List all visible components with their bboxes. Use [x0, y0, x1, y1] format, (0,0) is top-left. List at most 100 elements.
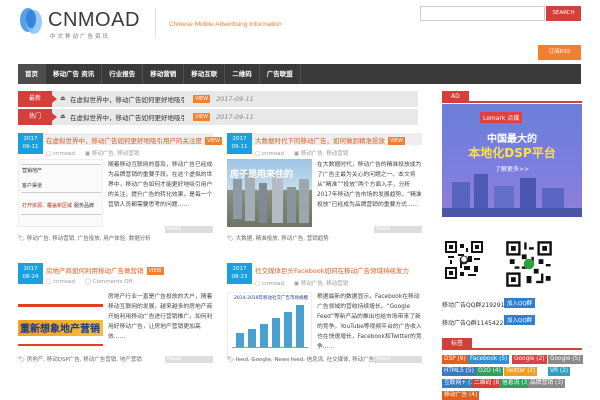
- qrcode-qq-icon: [444, 240, 484, 280]
- nav-item-reports[interactable]: 行业报告: [102, 64, 144, 84]
- nav-item-marketing[interactable]: 移动营销: [143, 64, 185, 84]
- folder-icon: ▣: [84, 151, 91, 157]
- view-tag: VIEW: [388, 137, 405, 145]
- join-qq-button[interactable]: 加入QQ群: [504, 298, 536, 308]
- tag-cloud-item[interactable]: 移动广告 (4): [442, 391, 480, 400]
- article-tag-list[interactable]: feed, Google, News feed, 信息流, 社交媒体, 移动广告: [236, 357, 374, 363]
- read-more-button[interactable]: Read: [165, 356, 213, 363]
- ticker-link[interactable]: 在虚拟世界中，移动广告如何更好地吸引用户的关注度: [70, 112, 185, 122]
- date-badge: 2017 09-11: [18, 133, 43, 154]
- eject-icon: ⏏: [60, 95, 66, 102]
- article-tag-list[interactable]: 房地产, 移动DSP广告, 移动广告营销, 地产营销: [27, 357, 142, 363]
- nav-item-home[interactable]: 首页: [18, 64, 46, 84]
- article-category[interactable]: 移动广告, 移动营销: [301, 281, 349, 287]
- article-author[interactable]: cnmoad: [53, 151, 75, 157]
- tag-cloud-item[interactable]: 信息流 (3): [500, 379, 532, 388]
- tag-cloud-item[interactable]: DSP (9): [442, 355, 468, 364]
- folder-icon: ▣: [293, 281, 300, 287]
- article-author[interactable]: cnmoad: [262, 281, 284, 287]
- tag-cloud-item[interactable]: O2O (4): [476, 367, 503, 376]
- thumb-label: 打开资源、覆盖新区域: [22, 203, 73, 209]
- article-thumbnail[interactable]: 2014-2019年移动社交广告市场规模: [227, 292, 312, 360]
- view-tag: VIEW: [193, 113, 210, 121]
- article-excerpt: 随着移动互联网的普及，移动广告已经成为品牌营销的重要手段。在这个虚拟的世界中，移…: [108, 162, 213, 208]
- article-author[interactable]: cnmoad: [262, 151, 284, 157]
- article-thumbnail[interactable]: 房子是用来住的: [227, 159, 312, 227]
- date-year: 2017: [23, 266, 38, 272]
- join-qq-label[interactable]: 加入QQ群: [504, 315, 536, 325]
- thumb-label: 客户渠道: [22, 183, 43, 189]
- tag-cloud-item[interactable]: 二维码 (8): [472, 379, 504, 388]
- article-title[interactable]: 社交媒体巨头Facebook如何在移动广告领域持续发力: [255, 265, 409, 275]
- article-tags: 🏷 移动广告, 移动营销, 广告投放, 用户体验, 数据分析: [18, 234, 151, 242]
- qq-group-row: 移动广告Q群114542205: [442, 318, 511, 327]
- article-card: 2017 08-24 房地产商如何利用移动广告做营销 VIEW ▢ cnmoad …: [18, 263, 213, 373]
- article-title-text[interactable]: 社交媒体巨头Facebook如何在移动广告领域持续发力: [255, 267, 409, 275]
- view-tag: VIEW: [193, 95, 210, 103]
- join-qq-label[interactable]: 加入QQ群: [504, 298, 536, 308]
- ad-learn-more-link[interactable]: 了解更多>>: [442, 164, 582, 173]
- tag-cloud-item[interactable]: HTML5 (5): [442, 367, 476, 376]
- tag-cloud-item[interactable]: VR (2): [548, 367, 571, 376]
- site-tagline: Chinese Mobile Advertising Information: [169, 21, 282, 28]
- article-meta: ▢ cnmoad ▣ 移动广告, 移动营销: [255, 149, 348, 157]
- thumb-label: 2014-2019年移动社交广告市场规模: [234, 296, 309, 301]
- read-more-button[interactable]: Read: [374, 226, 422, 233]
- user-icon: ▢: [46, 279, 52, 285]
- nav-item-news[interactable]: 移动广告 资讯: [46, 64, 103, 84]
- article-title[interactable]: 房地产商如何利用移动广告做营销 VIEW: [46, 265, 164, 275]
- article-tag-list[interactable]: 移动广告, 移动营销, 广告投放, 用户体验, 数据分析: [27, 236, 151, 242]
- date-day: 09-11: [22, 144, 39, 150]
- rss-subscribe-button[interactable]: 订阅RSS: [538, 45, 581, 60]
- main-nav: 首页 移动广告 资讯 行业报告 移动营销 移动互联 二维码 广告联盟: [18, 64, 581, 84]
- article-tags: 🏷 feed, Google, News feed, 信息流, 社交媒体, 移动…: [227, 355, 374, 363]
- ad-banner[interactable]: Lomark 点媒 中国最大的 本地化DSP平台 了解更多>>: [442, 104, 582, 217]
- tag-cloud-item[interactable]: Google (2): [512, 355, 547, 364]
- search-button[interactable]: SEARCH: [546, 6, 581, 21]
- tag-cloud-item[interactable]: Facebook (5): [468, 355, 510, 364]
- read-more-button[interactable]: Read: [165, 226, 213, 233]
- tag-cloud-item[interactable]: Google (5): [548, 355, 583, 364]
- qq-group-label: 移动广告Q群: [442, 320, 477, 327]
- header-divider: [155, 8, 156, 38]
- date-badge: 2017 08-24: [18, 263, 43, 284]
- article-thumbnail[interactable]: 重新想象地产营销: [18, 292, 103, 360]
- logo-wordmark[interactable]: CNMOAD: [48, 9, 140, 32]
- ticker-link[interactable]: 在虚拟世界中，移动广告如何更好地吸引用户的关注度: [70, 94, 185, 104]
- article-title-text[interactable]: 房地产商如何利用移动广告做营销: [46, 267, 144, 275]
- article-excerpt: 根据最新的数据显示，Facebook在移动广告领域的营收持续增长。“Google…: [317, 294, 422, 350]
- date-year: 2017: [232, 266, 247, 272]
- tag-cloud-item[interactable]: 品牌营销 (3): [528, 379, 566, 388]
- read-more-button[interactable]: Read: [374, 356, 422, 363]
- article-tag-list[interactable]: 大数据, 精准投放, 移动广告, 营销趋势: [236, 236, 329, 242]
- article-excerpt: 在大数据时代，移动广告的精准投放成为了广告主最为关心的问题之一。本文将从“精准”…: [317, 162, 422, 208]
- eject-icon: ⏏: [60, 113, 66, 120]
- article-title[interactable]: 在虚拟世界中，移动广告如何更好地吸引用户的关注度 VIEW: [46, 135, 222, 145]
- nav-item-ad-networks[interactable]: 广告联盟: [260, 64, 301, 84]
- logo-icon[interactable]: [18, 6, 44, 36]
- article-comments: Comments Off: [92, 279, 133, 285]
- article-category[interactable]: 移动广告, 移动营销: [301, 151, 349, 157]
- thumb-label: 房子是用来住的: [230, 170, 294, 180]
- article-title[interactable]: 大数据时代下的移动广告，如何做到精准投放 VIEW: [255, 135, 405, 145]
- nav-item-internet[interactable]: 移动互联: [184, 64, 226, 84]
- article-thumbnail[interactable]: 营销地产 客户渠道 打开资源、覆盖新区域 服务品牌: [18, 159, 103, 227]
- article-category[interactable]: 移动广告, 移动营销: [92, 151, 140, 157]
- tag-icon: 🏷: [18, 357, 25, 363]
- article-title-text[interactable]: 大数据时代下的移动广告，如何做到精准投放: [255, 137, 385, 145]
- tag-icon: 🏷: [227, 357, 234, 363]
- tag-cloud-item[interactable]: Twitter (2): [504, 367, 538, 376]
- date-year: 2017: [23, 136, 38, 142]
- nav-item-qrcode[interactable]: 二维码: [225, 64, 260, 84]
- article-card: 2017 09-11 大数据时代下的移动广告，如何做到精准投放 VIEW ▢ cn…: [227, 133, 422, 243]
- ticker-date: 2017-09-11: [216, 113, 254, 121]
- logo-subtitle: 中文移动广告资讯: [50, 34, 111, 40]
- search-input[interactable]: [420, 6, 545, 21]
- article-meta: ▢ cnmoad ▣ 移动广告, 移动营销: [46, 149, 139, 157]
- sidebar-heading-label: AD: [442, 91, 469, 103]
- article-title-text[interactable]: 在虚拟世界中，移动广告如何更好地吸引用户的关注度: [46, 137, 202, 145]
- thumb-label: 重新想象地产营销: [20, 324, 100, 335]
- article-author[interactable]: cnmoad: [53, 279, 75, 285]
- join-qq-button[interactable]: 加入QQ群: [504, 315, 536, 325]
- tag-icon: 🏷: [227, 236, 234, 242]
